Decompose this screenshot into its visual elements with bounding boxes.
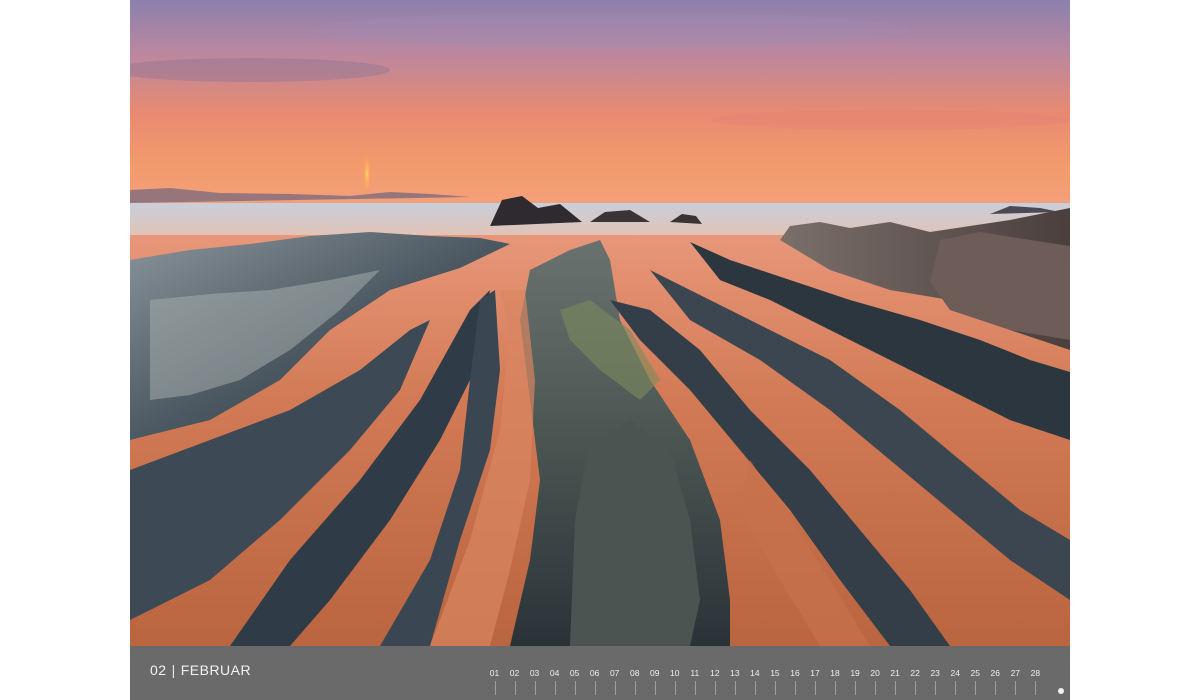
day-divider: [915, 681, 917, 695]
day-number: 15: [765, 668, 784, 695]
day-divider: [1015, 681, 1017, 695]
day-divider: [614, 681, 616, 695]
day-label: 25: [970, 668, 980, 678]
day-label: 02: [509, 668, 520, 678]
day-number: 08: [625, 668, 644, 695]
day-divider: [995, 681, 997, 695]
day-number: 12: [705, 668, 724, 695]
day-label: 26: [990, 668, 1001, 678]
day-strip: 01 02 03 04 05 06 07 08 09 10 11 12 13 14 15 16 17 18 19 20…: [485, 668, 1045, 695]
day-divider: [654, 681, 656, 695]
day-number: 04: [545, 668, 564, 695]
day-label: 09: [650, 668, 660, 678]
calendar-footer: 02 | FEBRUAR 01 02 03 04 05 06 07 08 09 10 11 12 13 14 1…: [130, 646, 1070, 700]
day-number: 26: [986, 668, 1005, 695]
day-divider: [935, 681, 937, 695]
day-number: 23: [926, 668, 945, 695]
day-number: 22: [906, 668, 925, 695]
day-number: 27: [1006, 668, 1025, 695]
day-divider: [794, 681, 796, 695]
day-number: 18: [826, 668, 845, 695]
day-number: 09: [645, 668, 664, 695]
cloud: [710, 110, 1070, 130]
day-number: 03: [525, 668, 544, 695]
month-number: 02: [150, 662, 167, 678]
day-label: 22: [910, 668, 920, 678]
day-label: 14: [750, 668, 760, 678]
day-label: 18: [830, 668, 840, 678]
day-label: 23: [930, 668, 940, 678]
page-marker-icon: [1058, 688, 1064, 694]
day-label: 13: [730, 668, 740, 678]
day-number: 16: [785, 668, 804, 695]
day-label: 27: [1010, 668, 1021, 678]
calendar-page: Sonnenuntergang an der Küste · Fotografi…: [130, 0, 1070, 700]
day-label: 11: [690, 668, 700, 678]
landscape-photo: [130, 0, 1070, 646]
month-label: 02 | FEBRUAR: [150, 662, 251, 678]
day-divider: [714, 681, 716, 695]
day-divider: [895, 681, 897, 695]
day-divider: [494, 681, 496, 695]
day-divider: [835, 681, 837, 695]
day-label: 28: [1030, 668, 1041, 678]
day-label: 07: [609, 668, 620, 678]
day-number: 06: [585, 668, 604, 695]
day-number: 17: [806, 668, 825, 695]
day-number: 05: [565, 668, 584, 695]
day-label: 16: [790, 668, 800, 678]
day-number: 20: [866, 668, 885, 695]
day-number: 01: [485, 668, 504, 695]
day-label: 19: [850, 668, 860, 678]
day-label: 10: [670, 668, 680, 678]
day-label: 24: [950, 668, 960, 678]
day-divider: [955, 681, 957, 695]
day-number: 25: [966, 668, 985, 695]
day-divider: [514, 681, 516, 695]
day-number: 28: [1026, 668, 1045, 695]
day-label: 17: [810, 668, 820, 678]
day-label: 21: [890, 668, 900, 678]
day-number: 02: [505, 668, 524, 695]
day-label: 05: [569, 668, 580, 678]
day-label: 06: [589, 668, 600, 678]
day-number: 14: [745, 668, 764, 695]
day-number: 19: [846, 668, 865, 695]
day-number: 07: [605, 668, 624, 695]
day-label: 01: [489, 668, 500, 678]
day-divider: [554, 681, 556, 695]
day-divider: [815, 681, 816, 695]
day-label: 03: [529, 668, 540, 678]
day-divider: [674, 681, 676, 695]
month-name: FEBRUAR: [180, 662, 252, 678]
day-divider: [855, 681, 857, 695]
day-divider: [734, 681, 736, 695]
day-divider: [774, 681, 776, 695]
day-divider: [754, 681, 756, 695]
day-divider: [594, 681, 596, 695]
day-divider: [634, 681, 636, 695]
cloud: [310, 12, 910, 48]
day-number: 11: [685, 668, 704, 695]
day-number: 24: [946, 668, 965, 695]
day-divider: [975, 681, 977, 695]
day-divider: [1035, 681, 1037, 695]
day-label: 12: [710, 668, 720, 678]
day-divider: [694, 681, 696, 695]
day-label: 15: [770, 668, 780, 678]
day-divider: [574, 681, 576, 695]
day-label: 20: [870, 668, 880, 678]
day-divider: [875, 681, 877, 695]
day-label: 08: [629, 668, 640, 678]
month-separator: |: [171, 662, 176, 678]
day-number: 10: [665, 668, 684, 695]
day-number: 21: [886, 668, 905, 695]
day-divider: [534, 681, 536, 695]
rainbow: [362, 150, 372, 198]
day-number: 13: [725, 668, 744, 695]
day-label: 04: [549, 668, 560, 678]
